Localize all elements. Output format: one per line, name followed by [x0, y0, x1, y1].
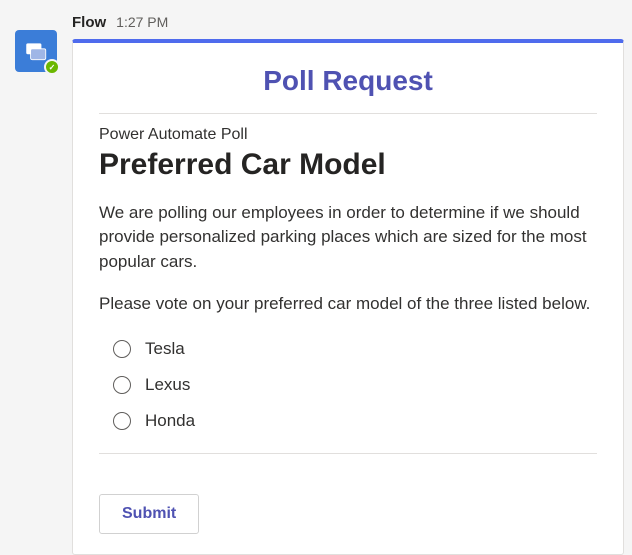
message-header: Flow 1:27 PM [72, 0, 624, 39]
card-title: Poll Request [99, 65, 597, 97]
flow-icon [23, 38, 49, 64]
radio-icon [113, 376, 131, 394]
divider [99, 113, 597, 114]
poll-description: We are polling our employees in order to… [99, 201, 597, 275]
divider [99, 453, 597, 454]
message-main: Flow 1:27 PM Poll Request Power Automate… [72, 0, 632, 555]
radio-icon [113, 340, 131, 358]
card-subtitle: Power Automate Poll [99, 126, 597, 144]
message-timestamp: 1:27 PM [116, 14, 168, 30]
poll-option[interactable]: Lexus [113, 367, 597, 403]
app-icon-wrapper [15, 30, 57, 72]
poll-instruction: Please vote on your preferred car model … [99, 292, 597, 317]
poll-question: Preferred Car Model [99, 148, 597, 183]
poll-option[interactable]: Tesla [113, 331, 597, 367]
adaptive-card: Poll Request Power Automate Poll Preferr… [72, 39, 624, 555]
option-label: Honda [145, 411, 195, 431]
presence-available-icon [44, 59, 60, 75]
left-gutter [0, 0, 72, 555]
radio-icon [113, 412, 131, 430]
option-label: Lexus [145, 375, 190, 395]
option-label: Tesla [145, 339, 185, 359]
poll-options: Tesla Lexus Honda [113, 331, 597, 439]
sender-name: Flow [72, 14, 106, 31]
poll-option[interactable]: Honda [113, 403, 597, 439]
submit-button[interactable]: Submit [99, 494, 199, 534]
